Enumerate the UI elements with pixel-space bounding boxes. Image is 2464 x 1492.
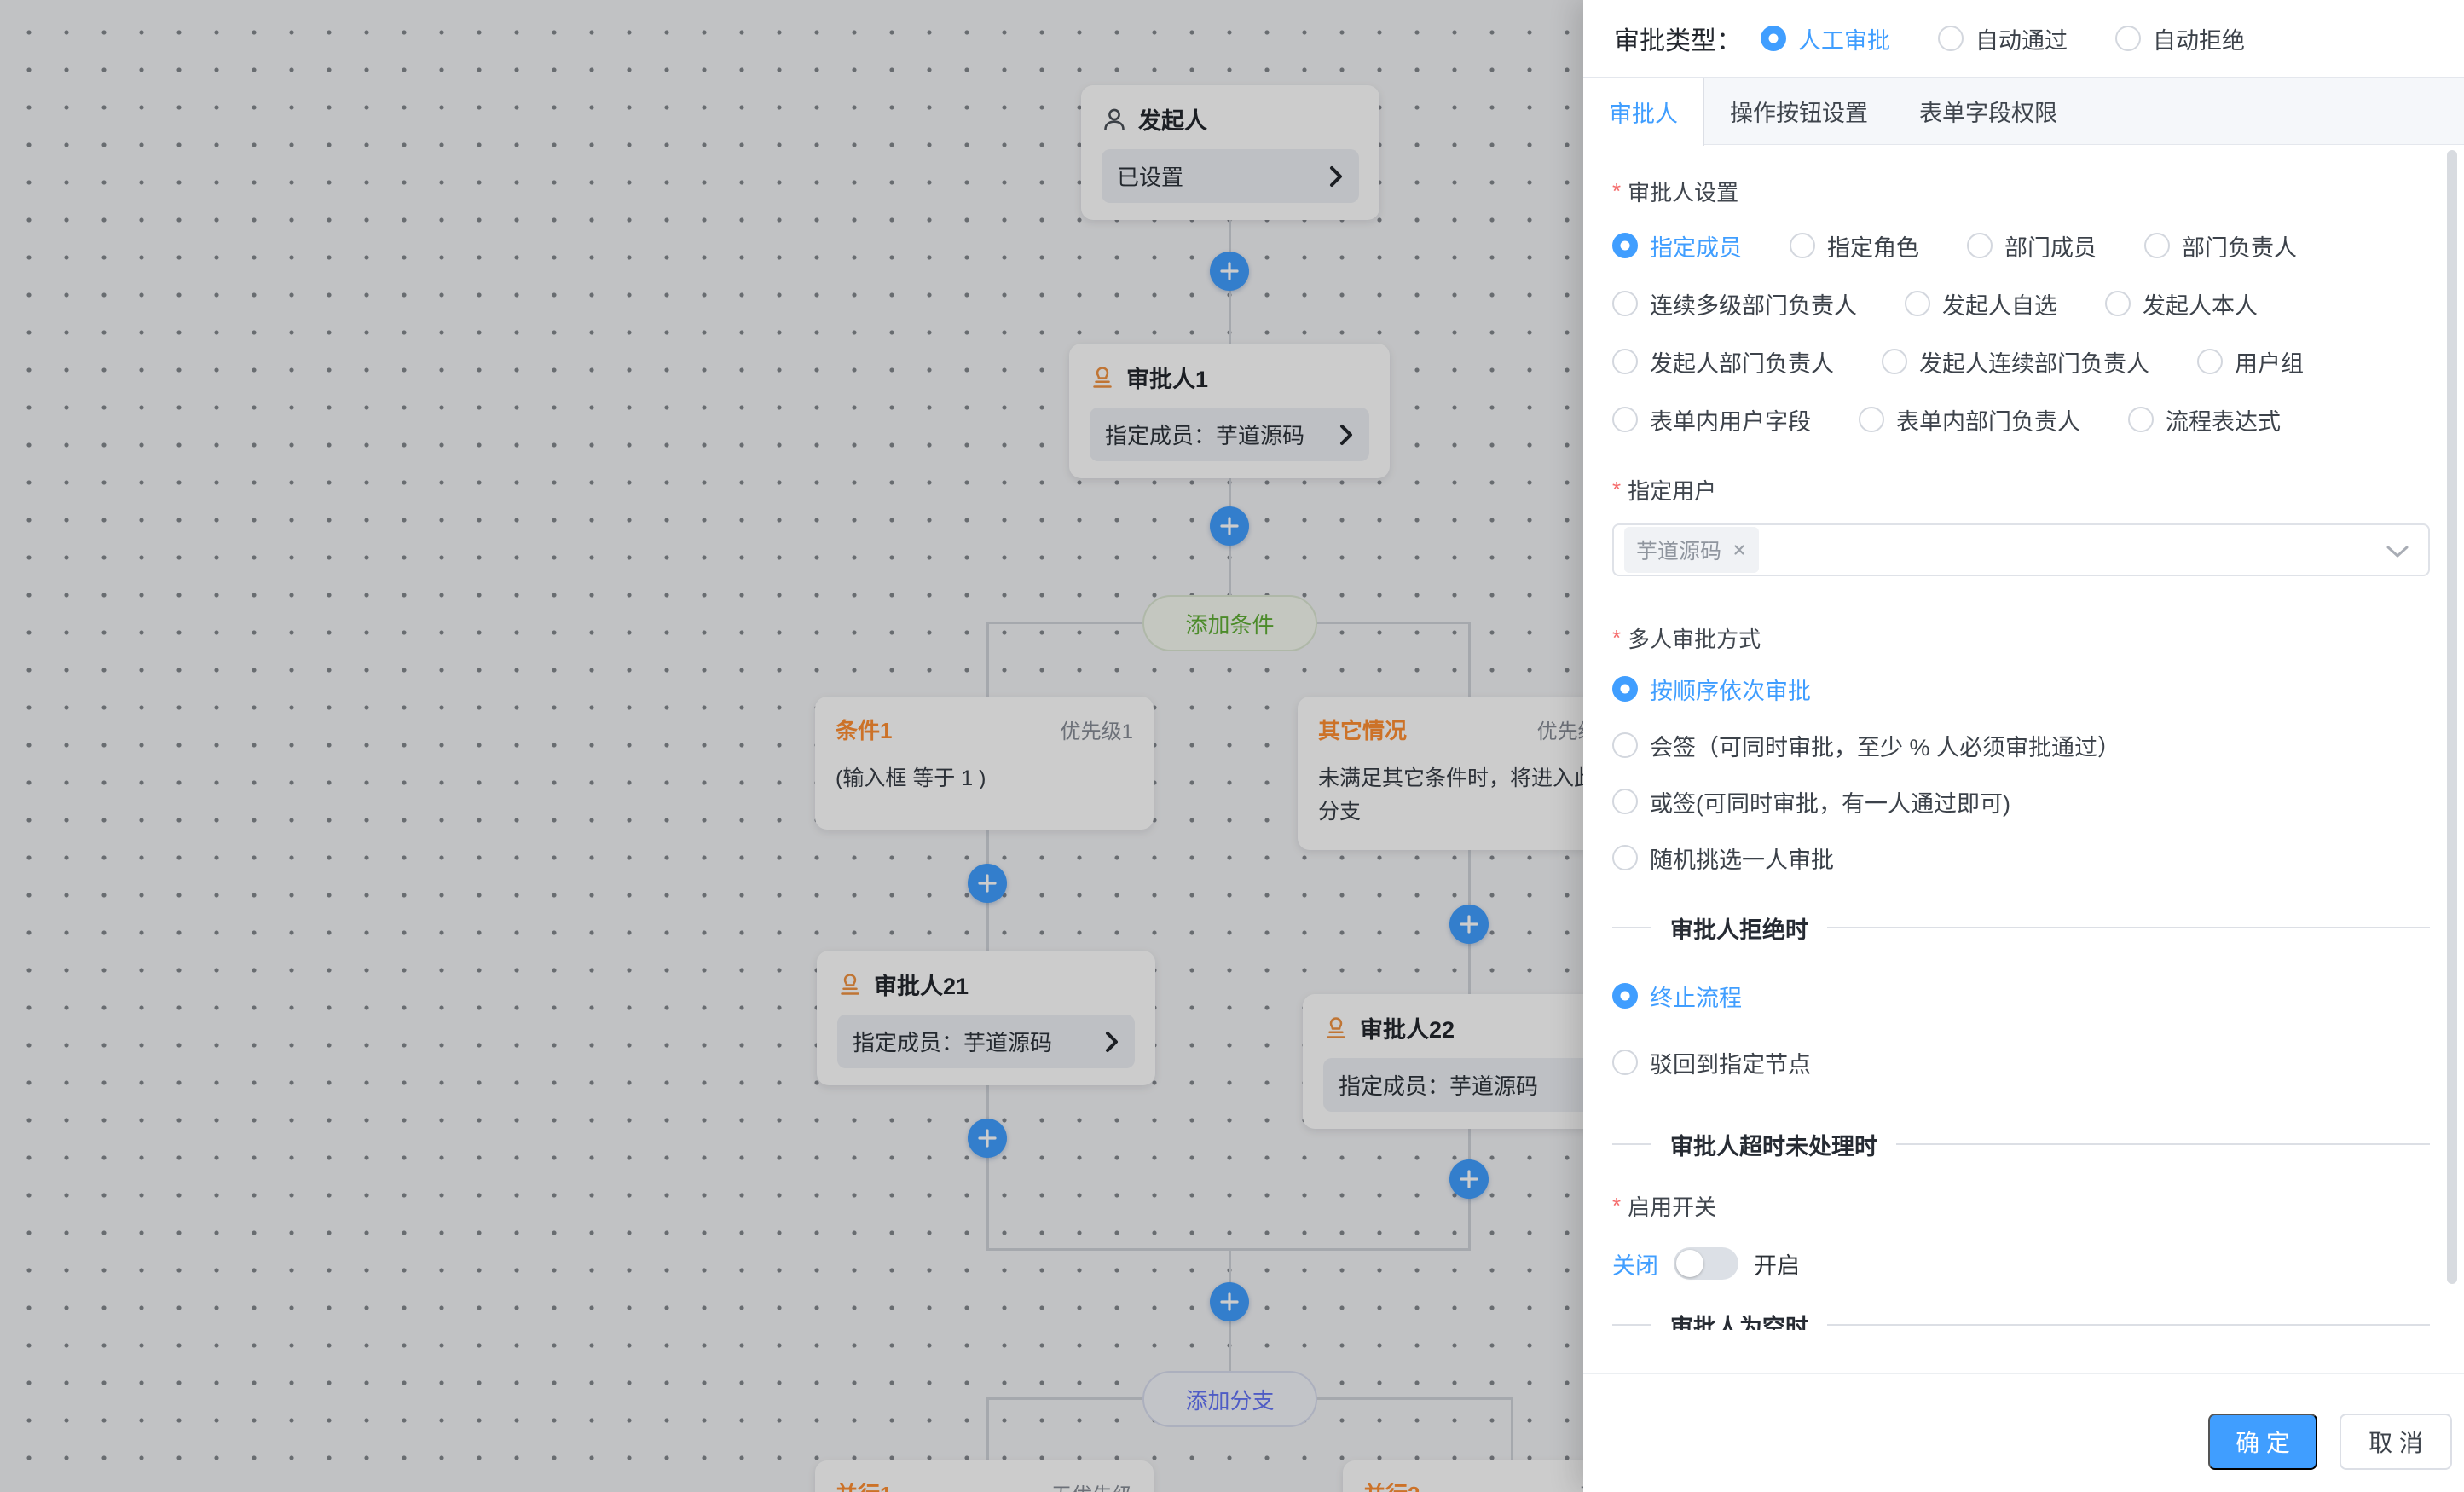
required-asterisk: * bbox=[1612, 477, 1621, 503]
remove-tag-icon[interactable] bbox=[1732, 542, 1747, 558]
timeout-switch-row: 关闭 开启 bbox=[1612, 1245, 2430, 1282]
radio-dot bbox=[1882, 349, 1907, 374]
switch-off-label: 关闭 bbox=[1612, 1247, 1658, 1281]
switch-on-label: 开启 bbox=[1754, 1247, 1800, 1281]
radio-initiator-dept-leader[interactable]: 发起人部门负责人 bbox=[1612, 345, 1834, 379]
radio-multi-level-dept-leader[interactable]: 连续多级部门负责人 bbox=[1612, 287, 1857, 321]
radio-dot bbox=[2105, 291, 2131, 316]
radio-orsign[interactable]: 或签(可同时审批，有一人通过即可) bbox=[1612, 784, 2430, 818]
radio-form-dept-leader[interactable]: 表单内部门负责人 bbox=[1859, 403, 2080, 437]
divider-line bbox=[1827, 927, 2430, 928]
radio-auto-reject[interactable]: 自动拒绝 bbox=[2115, 22, 2245, 55]
radio-dept-member[interactable]: 部门成员 bbox=[1967, 229, 2097, 263]
radio-dot bbox=[1612, 1050, 1638, 1075]
divider-line bbox=[1612, 1143, 1651, 1145]
radio-initiator-multi-dept-leader[interactable]: 发起人连续部门负责人 bbox=[1882, 345, 2149, 379]
approver-setting-row3: 发起人部门负责人 发起人连续部门负责人 用户组 bbox=[1612, 344, 2430, 379]
multi-approve-mode-label: * 多人审批方式 bbox=[1612, 622, 2430, 653]
radio-specified-role[interactable]: 指定角色 bbox=[1790, 229, 1919, 263]
tab-operation-buttons[interactable]: 操作按钮设置 bbox=[1704, 78, 1894, 144]
radio-dot bbox=[1790, 233, 1815, 258]
approver-setting-row4: 表单内用户字段 表单内部门负责人 流程表达式 bbox=[1612, 402, 2430, 437]
assign-user-label: * 指定用户 bbox=[1612, 474, 2430, 505]
approval-type-header: 审批类型： 人工审批 自动通过 自动拒绝 bbox=[1583, 0, 2464, 77]
drawer-footer: 确 定 取 消 bbox=[1583, 1373, 2464, 1492]
radio-return-to-node[interactable]: 驳回到指定节点 bbox=[1612, 1045, 2430, 1079]
required-asterisk: * bbox=[1612, 1193, 1621, 1219]
radio-specified-member[interactable]: 指定成员 bbox=[1612, 229, 1742, 263]
cancel-button[interactable]: 取 消 bbox=[2340, 1414, 2452, 1470]
radio-dot bbox=[1612, 983, 1638, 1009]
radio-manual-approval[interactable]: 人工审批 bbox=[1761, 22, 1890, 55]
tab-form-field-permissions[interactable]: 表单字段权限 bbox=[1894, 78, 2083, 144]
confirm-button[interactable]: 确 定 bbox=[2208, 1414, 2317, 1470]
divider-line bbox=[1612, 1324, 1651, 1326]
switch-knob bbox=[1676, 1250, 1703, 1277]
enable-switch-label: * 启用开关 bbox=[1612, 1190, 2430, 1221]
scrollbar-thumb[interactable] bbox=[2447, 150, 2457, 1284]
radio-dept-leader[interactable]: 部门负责人 bbox=[2144, 229, 2297, 263]
radio-auto-approve[interactable]: 自动通过 bbox=[1938, 22, 2068, 55]
radio-countersign[interactable]: 会签（可同时审批，至少 % 人必须审批通过） bbox=[1612, 728, 2430, 762]
radio-dot bbox=[1612, 407, 1638, 432]
multi-approve-mode-group: 按顺序依次审批 会签（可同时审批，至少 % 人必须审批通过） 或签(可同时审批，… bbox=[1612, 672, 2430, 875]
radio-dot bbox=[1761, 26, 1786, 51]
selected-user-tag: 芋道源码 bbox=[1624, 527, 1759, 573]
on-reject-divider: 审批人拒绝时 bbox=[1612, 912, 2430, 943]
node-settings-drawer: 审批类型： 人工审批 自动通过 自动拒绝 审批人 bbox=[1583, 0, 2464, 1492]
approver-setting-row1: 指定成员 指定角色 部门成员 部门负责人 bbox=[1612, 228, 2430, 263]
approver-tab-panel[interactable]: * 审批人设置 指定成员 指定角色 部门成员 部门负责人 bbox=[1583, 145, 2464, 1330]
radio-dot bbox=[1612, 349, 1638, 374]
radio-random-one[interactable]: 随机挑选一人审批 bbox=[1612, 841, 2430, 875]
radio-dot bbox=[2144, 233, 2170, 258]
radio-dot bbox=[1967, 233, 1993, 258]
timeout-enable-switch[interactable] bbox=[1674, 1247, 1738, 1280]
radio-dot bbox=[1612, 676, 1638, 702]
required-asterisk: * bbox=[1612, 625, 1621, 651]
radio-user-group[interactable]: 用户组 bbox=[2197, 345, 2304, 379]
radio-dot bbox=[1612, 789, 1638, 814]
divider-line bbox=[1612, 927, 1651, 928]
radio-sequential-approval[interactable]: 按顺序依次审批 bbox=[1612, 672, 2430, 706]
chevron-down-icon bbox=[2386, 545, 2409, 559]
divider-line bbox=[1827, 1324, 2430, 1326]
settings-tab-bar: 审批人 操作按钮设置 表单字段权限 bbox=[1583, 77, 2464, 145]
radio-dot bbox=[1905, 291, 1930, 316]
on-timeout-divider: 审批人超时未处理时 bbox=[1612, 1129, 2430, 1159]
on-empty-title: 审批人为空时 bbox=[1670, 1309, 1808, 1331]
approver-setting-row2: 连续多级部门负责人 发起人自选 发起人本人 bbox=[1612, 286, 2430, 321]
tab-approver[interactable]: 审批人 bbox=[1583, 78, 1704, 146]
radio-dot bbox=[1612, 732, 1638, 758]
assign-user-select[interactable]: 芋道源码 bbox=[1612, 523, 2430, 576]
radio-dot bbox=[2115, 26, 2141, 51]
approval-type-label: 审批类型： bbox=[1614, 20, 1742, 57]
workflow-designer: 发起人 已设置 审批人1 指定成员：芋道源码 添加条件 bbox=[0, 0, 2464, 1492]
radio-dot bbox=[1859, 407, 1884, 432]
radio-dot bbox=[1612, 845, 1638, 870]
approver-setting-label: * 审批人设置 bbox=[1612, 176, 2430, 206]
on-reject-title: 审批人拒绝时 bbox=[1670, 911, 1808, 945]
on-timeout-title: 审批人超时未处理时 bbox=[1670, 1128, 1877, 1161]
radio-terminate-process[interactable]: 终止流程 bbox=[1612, 979, 2430, 1013]
radio-dot bbox=[1612, 291, 1638, 316]
radio-form-user-field[interactable]: 表单内用户字段 bbox=[1612, 403, 1811, 437]
radio-initiator-select[interactable]: 发起人自选 bbox=[1905, 287, 2057, 321]
radio-dot bbox=[2128, 407, 2154, 432]
radio-dot bbox=[1612, 233, 1638, 258]
required-asterisk: * bbox=[1612, 178, 1621, 205]
divider-line bbox=[1896, 1143, 2430, 1145]
approval-type-radio-group: 人工审批 自动通过 自动拒绝 bbox=[1761, 22, 2245, 55]
on-empty-divider: 审批人为空时 bbox=[1612, 1310, 2430, 1330]
radio-dot bbox=[2197, 349, 2223, 374]
radio-initiator-self[interactable]: 发起人本人 bbox=[2105, 287, 2258, 321]
radio-process-expression[interactable]: 流程表达式 bbox=[2128, 403, 2281, 437]
radio-dot bbox=[1938, 26, 1964, 51]
